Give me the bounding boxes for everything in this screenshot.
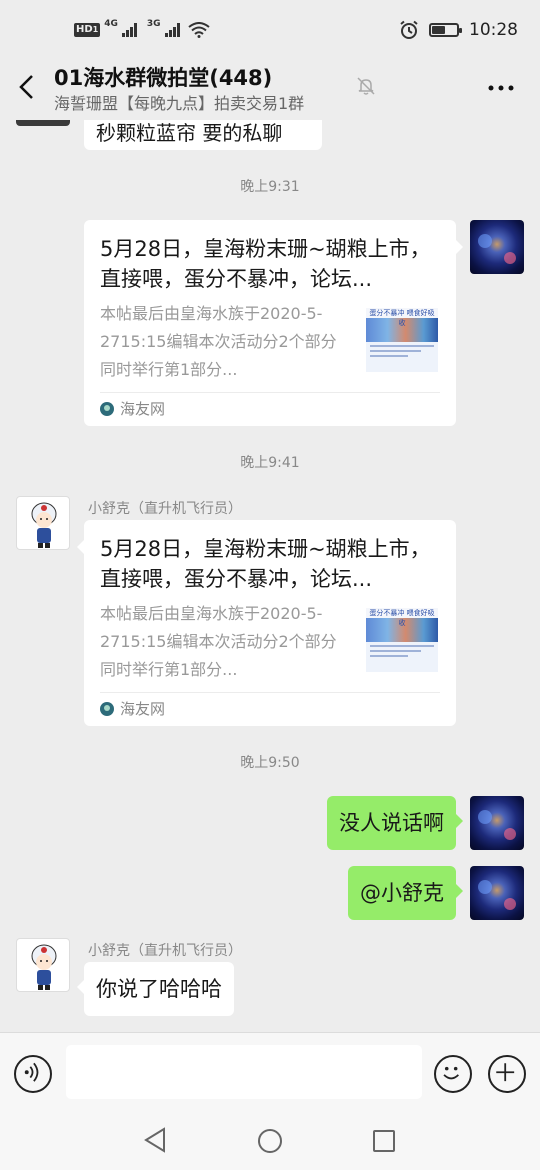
avatar-self[interactable] xyxy=(470,796,524,850)
plus-icon[interactable] xyxy=(488,1055,526,1093)
link-card-title: 5月28日，皇海粉末珊~瑚粮上市，直接喂，蛋分不暴冲，论坛... xyxy=(100,237,431,291)
input-bar xyxy=(0,1032,540,1114)
timestamp: 晚上9:41 xyxy=(240,455,300,471)
link-card[interactable]: 5月28日，皇海粉末珊~瑚粮上市，直接喂，蛋分不暴冲，论坛... 本帖最后由皇海… xyxy=(84,220,463,426)
link-card[interactable]: 5月28日，皇海粉末珊~瑚粮上市，直接喂，蛋分不暴冲，论坛... 本帖最后由皇海… xyxy=(77,520,456,726)
message-bubble[interactable]: @小舒克 xyxy=(348,866,463,920)
pilot-avatar-icon xyxy=(31,502,57,548)
network-3g-label: 3G xyxy=(146,19,161,29)
source-logo-icon xyxy=(100,401,114,416)
signal-icon xyxy=(121,23,137,37)
alarm-icon xyxy=(400,20,418,39)
avatar[interactable] xyxy=(16,120,70,126)
chat-subtitle: 海誓珊盟【每晚九点】拍卖交易1群 xyxy=(54,94,305,113)
hd-icon: HD1 xyxy=(74,23,101,37)
message-input[interactable] xyxy=(66,1045,422,1099)
nav-recent-icon[interactable] xyxy=(373,1130,395,1152)
link-card-thumbnail: 蛋分不暴冲 喂食好吸收 xyxy=(366,308,438,372)
clock: 10:28 xyxy=(469,20,518,40)
signal-icon-2 xyxy=(164,23,180,37)
message-bubble[interactable]: 你说了哈哈哈 xyxy=(77,962,234,1016)
link-card-thumbnail: 蛋分不暴冲 喂食好吸收 xyxy=(366,608,438,672)
emoji-icon[interactable] xyxy=(434,1055,472,1093)
nav-back-icon[interactable] xyxy=(142,1126,168,1154)
more-dots-icon[interactable] xyxy=(486,78,516,98)
avatar-pilot[interactable] xyxy=(16,938,70,992)
message-bubble[interactable]: 没人说话啊 xyxy=(327,796,463,850)
system-nav-bar xyxy=(0,1114,540,1170)
sender-name: 小舒克（直升机飞行员） xyxy=(88,501,242,517)
wifi-icon xyxy=(187,22,210,38)
link-card-source: 海友网 xyxy=(100,398,165,419)
message-bubble-partial[interactable]: 秒颗粒蓝帘 要的私聊 xyxy=(84,120,322,150)
link-card-title: 5月28日，皇海粉末珊~瑚粮上市，直接喂，蛋分不暴冲，论坛... xyxy=(100,537,431,591)
voice-icon[interactable] xyxy=(14,1055,52,1093)
chat-title: 01海水群微拍堂(448) xyxy=(54,66,273,90)
timestamp: 晚上9:31 xyxy=(240,179,300,195)
avatar-pilot[interactable] xyxy=(16,496,70,550)
link-card-desc: 本帖最后由皇海水族于2020-5-2715:15编辑本次活动分2个部分同时举行第… xyxy=(100,304,337,379)
source-logo-icon xyxy=(100,701,114,716)
battery-icon xyxy=(429,23,462,37)
timestamp: 晚上9:50 xyxy=(240,755,300,771)
back-arrow-icon[interactable] xyxy=(14,72,42,102)
divider xyxy=(100,392,440,393)
status-right: 10:28 xyxy=(399,20,518,40)
chat-header: 01海水群微拍堂(448) 海誓珊盟【每晚九点】拍卖交易1群 xyxy=(0,58,540,120)
network-4g-label: 4G xyxy=(104,19,118,29)
pilot-avatar-icon xyxy=(31,944,57,990)
status-bar: HD1 4G 3G 10:28 xyxy=(0,0,540,62)
avatar-self[interactable] xyxy=(470,220,524,274)
sender-name: 小舒克（直升机飞行员） xyxy=(88,943,242,959)
status-left: HD1 4G 3G xyxy=(74,19,210,38)
avatar-self[interactable] xyxy=(470,866,524,920)
divider xyxy=(100,692,440,693)
link-card-desc: 本帖最后由皇海水族于2020-5-2715:15编辑本次活动分2个部分同时举行第… xyxy=(100,604,337,679)
chat-area[interactable]: 秒颗粒蓝帘 要的私聊 晚上9:31 5月28日，皇海粉末珊~瑚粮上市，直接喂，蛋… xyxy=(0,120,540,1032)
link-card-source: 海友网 xyxy=(100,698,165,719)
nav-home-icon[interactable] xyxy=(258,1129,282,1153)
mute-bell-icon xyxy=(357,77,375,95)
